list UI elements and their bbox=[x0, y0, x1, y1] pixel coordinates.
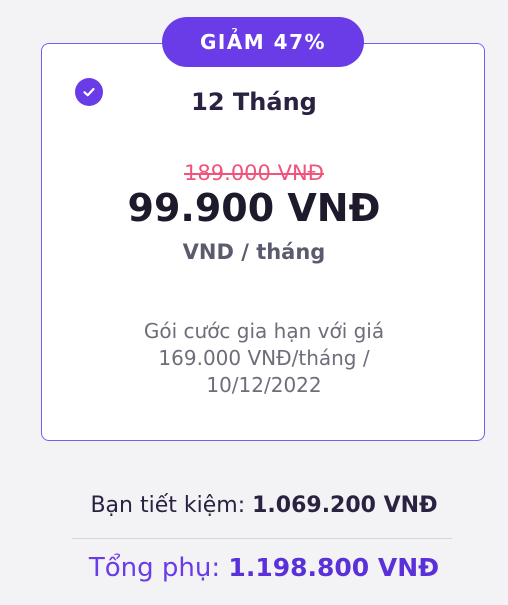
current-price: 99.900 VNĐ bbox=[127, 186, 381, 230]
discount-badge: GIẢM 47% bbox=[162, 17, 364, 67]
savings-label: Bạn tiết kiệm: bbox=[90, 493, 246, 518]
savings-amount: 1.069.200 VNĐ bbox=[252, 493, 438, 518]
summary-divider bbox=[72, 538, 452, 539]
plan-period-title: 12 Tháng bbox=[191, 88, 317, 116]
subtotal-label: Tổng phụ: bbox=[88, 553, 221, 583]
subtotal-row: Tổng phụ: 1.198.800 VNĐ bbox=[0, 553, 508, 583]
subtotal-amount: 1.198.800 VNĐ bbox=[228, 553, 440, 582]
savings-row: Bạn tiết kiệm: 1.069.200 VNĐ bbox=[0, 493, 508, 518]
renewal-note: Gói cước gia hạn với giá 169.000 VNĐ/thá… bbox=[143, 319, 385, 397]
original-price: 189.000 VNĐ bbox=[184, 161, 324, 185]
price-unit-label: VND / tháng bbox=[182, 240, 326, 264]
